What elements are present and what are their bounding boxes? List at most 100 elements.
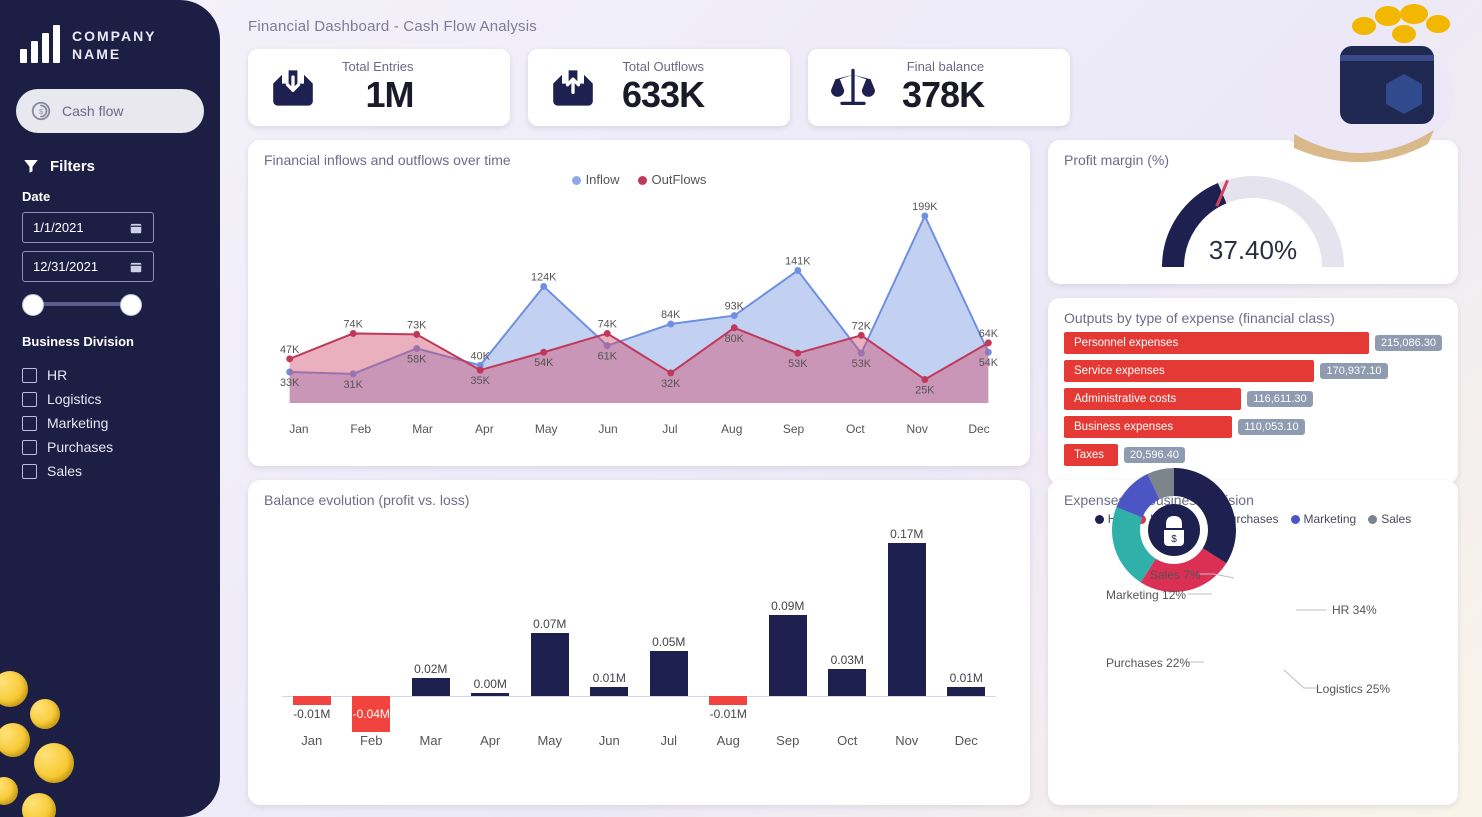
svg-text:35K: 35K (471, 375, 491, 387)
xaxis-tick: May (515, 422, 577, 436)
xaxis-tick: Oct (824, 422, 886, 436)
balance-column: -0.01MJan (282, 516, 342, 746)
balance-month: May (537, 733, 562, 748)
checkbox-label: Purchases (47, 439, 113, 455)
output-value: 110,053.10 (1238, 419, 1304, 435)
balance-title: Balance evolution (profit vs. loss) (264, 492, 1014, 508)
cashflow-icon: $ (30, 100, 52, 122)
kpi-card: Total Entries1M (248, 49, 510, 126)
date-range-slider[interactable] (22, 292, 142, 316)
svg-text:74K: 74K (344, 318, 364, 330)
sidebar: COMPANY NAME $ Cash flow Filters Date 1/… (0, 0, 220, 817)
svg-text:32K: 32K (661, 378, 681, 390)
output-bar-row: Personnel expenses215,086.30 (1064, 332, 1442, 354)
svg-text:80K: 80K (725, 333, 745, 345)
output-bar-row: Service expenses 170,937.10 (1064, 360, 1442, 382)
checkbox-label: HR (47, 367, 67, 383)
output-bar-row: Administrative costs 116,611.30 (1064, 388, 1442, 410)
donut-slice-label: Sales 7% (1150, 568, 1201, 582)
balance-month: Dec (955, 733, 978, 748)
flow-title: Financial inflows and outflows over time (264, 152, 1014, 168)
balance-column: 0.02MMar (401, 516, 461, 746)
profit-gauge: 37.40% (1153, 167, 1353, 277)
svg-text:64K: 64K (979, 328, 999, 340)
output-bar: Service expenses (1064, 360, 1314, 382)
svg-text:84K: 84K (661, 309, 681, 321)
nav-item-label: Cash flow (62, 103, 123, 119)
balance-bar (769, 615, 807, 696)
balance-column: 0.03MOct (818, 516, 878, 746)
balance-value: 0.05M (652, 635, 685, 649)
balance-bar (650, 651, 688, 696)
checkbox-label: Marketing (47, 415, 108, 431)
svg-text:33K: 33K (280, 377, 300, 389)
balance-bar (471, 693, 509, 696)
balance-value: -0.04M (353, 707, 390, 721)
balance-bar (590, 687, 628, 696)
checkbox-sales[interactable]: Sales (22, 463, 198, 479)
balance-column: 0.17MNov (877, 516, 937, 746)
svg-text:72K: 72K (852, 320, 872, 332)
balance-month: Jun (599, 733, 620, 748)
legend-inflow: Inflow (586, 172, 620, 187)
profit-value: 37.40% (1209, 235, 1297, 265)
checkbox-box-icon (22, 416, 37, 431)
balance-chart: -0.01MJan-0.04MFeb0.02MMar0.00MApr0.07MM… (264, 516, 1014, 746)
balance-bar (412, 678, 450, 696)
nav-item-cashflow[interactable]: $ Cash flow (16, 89, 204, 133)
kpi-value: 633K (622, 74, 704, 116)
date-from-input[interactable]: 1/1/2021 (22, 212, 154, 243)
xaxis-tick: Aug (701, 422, 763, 436)
balance-bar (293, 696, 331, 705)
filters-title: Filters (50, 158, 95, 175)
balance-column: 0.07M May (520, 516, 580, 746)
checkbox-marketing[interactable]: Marketing (22, 415, 198, 431)
checkbox-box-icon (22, 368, 37, 383)
legend-outflows: OutFlows (652, 172, 707, 187)
checkbox-box-icon (22, 440, 37, 455)
date-label: Date (22, 189, 198, 204)
xaxis-tick: Jul (639, 422, 701, 436)
checkbox-label: Logistics (47, 391, 101, 407)
checkbox-label: Sales (47, 463, 82, 479)
donut-slice-label: HR 34% (1332, 603, 1377, 617)
checkbox-hr[interactable]: HR (22, 367, 198, 383)
kpi-label: Final balance (907, 59, 984, 74)
svg-text:61K: 61K (598, 351, 618, 363)
svg-text:54K: 54K (979, 357, 999, 369)
xaxis-tick: Mar (392, 422, 454, 436)
checkbox-purchases[interactable]: Purchases (22, 439, 198, 455)
balance-column: 0.09MSep (758, 516, 818, 746)
checkbox-logistics[interactable]: Logistics (22, 391, 198, 407)
balance-value: -0.01M (293, 707, 330, 721)
balance-month: Mar (420, 733, 442, 748)
kpi-row: Total Entries1M Total Outflows633K Final b… (248, 49, 1458, 126)
xaxis-tick: Jan (268, 422, 330, 436)
balance-column: 0.05M Jul (639, 516, 699, 746)
balance-value: 0.00M (474, 677, 507, 691)
svg-text:124K: 124K (531, 271, 557, 283)
balance-month: Jul (660, 733, 677, 748)
kpi-card: Final balance378K (808, 49, 1070, 126)
donut-card: Expenses by business division HRLogistic… (1048, 480, 1458, 806)
kpi-label: Total Outflows (622, 59, 704, 74)
svg-text:31K: 31K (344, 379, 364, 391)
profit-title: Profit margin (%) (1064, 152, 1442, 168)
date-to-value: 12/31/2021 (33, 259, 98, 274)
balance-value: 0.07M (533, 617, 566, 631)
svg-text:93K: 93K (725, 301, 745, 313)
svg-text:53K: 53K (852, 358, 872, 370)
output-value: 170,937.10 (1320, 363, 1387, 379)
svg-text:25K: 25K (915, 384, 935, 396)
kpi-value: 378K (902, 74, 984, 116)
brand: COMPANY NAME (0, 18, 220, 83)
date-to-input[interactable]: 12/31/2021 (22, 251, 154, 282)
svg-text:73K: 73K (407, 319, 427, 331)
output-bar: Administrative costs (1064, 388, 1241, 410)
output-value: 116,611.30 (1247, 391, 1312, 407)
xaxis-tick: Nov (886, 422, 948, 436)
logo-icon (20, 29, 60, 63)
donut-legend-item: Sales (1368, 512, 1411, 526)
balance-value: 0.17M (890, 527, 923, 541)
output-value: 215,086.30 (1375, 335, 1442, 351)
